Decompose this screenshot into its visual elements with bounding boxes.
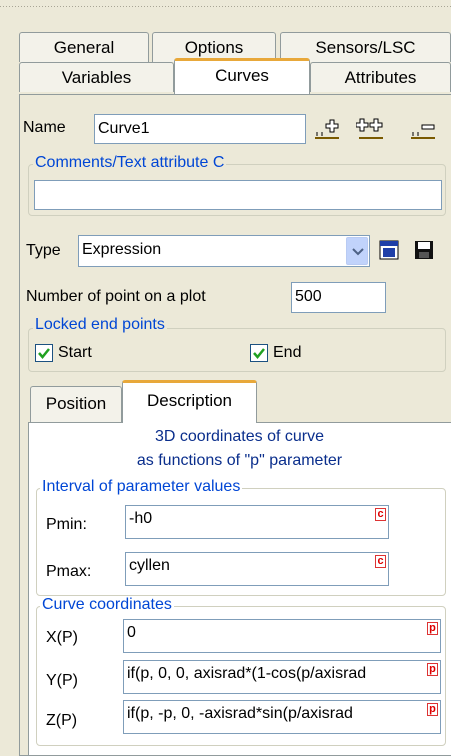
type-label: Type [26, 242, 61, 259]
y-value: if(p, 0, 0, axisrad*(1-cos(p/axisrad [127, 665, 367, 682]
locked-legend: Locked end points [33, 316, 167, 334]
x-label: X(P) [46, 629, 78, 646]
name-input[interactable]: Curve1 [94, 114, 306, 144]
y-type-tag: p [427, 663, 438, 676]
points-input[interactable]: 500 [291, 282, 386, 313]
end-checkbox[interactable] [250, 344, 268, 362]
remove-curve-icon[interactable] [408, 116, 438, 144]
pmax-value: cyllen [129, 557, 170, 574]
pmax-type-tag: c [375, 555, 386, 568]
toolbar-grip [0, 0, 451, 18]
add-multiple-curves-icon[interactable] [355, 116, 386, 144]
start-checkbox[interactable] [35, 344, 53, 362]
pmin-value: -h0 [129, 510, 153, 527]
description-heading-line1: 3D coordinates of curve [155, 428, 324, 445]
tab-general[interactable]: General [19, 32, 149, 62]
pmin-type-tag: c [375, 508, 386, 521]
pmax-label: Pmax: [46, 563, 92, 580]
pmax-input[interactable]: cyllen c [125, 552, 389, 586]
points-label: Number of point on a plot [26, 288, 206, 305]
save-icon[interactable] [412, 238, 436, 262]
z-label: Z(P) [46, 712, 78, 729]
coords-legend: Curve coordinates [40, 596, 174, 614]
pmin-input[interactable]: -h0 c [125, 505, 389, 539]
tab-variables[interactable]: Variables [19, 62, 174, 92]
description-heading-line2: as functions of "p" parameter [136, 452, 343, 469]
x-input[interactable]: 0 p [123, 619, 441, 653]
tab-position[interactable]: Position [30, 386, 122, 422]
start-label: Start [58, 344, 92, 361]
pmin-label: Pmin: [46, 516, 87, 533]
end-label: End [273, 344, 302, 361]
window-icon[interactable] [377, 238, 401, 262]
interval-legend: Interval of parameter values [40, 478, 243, 496]
add-curve-icon[interactable] [312, 116, 342, 144]
dropdown-arrow-icon[interactable] [346, 237, 368, 265]
comments-legend: Comments/Text attribute C [33, 154, 227, 172]
z-type-tag: p [427, 703, 438, 716]
y-input[interactable]: if(p, 0, 0, axisrad*(1-cos(p/axisrad p [123, 660, 441, 694]
z-value: if(p, -p, 0, -axisrad*sin(p/axisrad [127, 705, 353, 722]
name-label: Name [23, 119, 66, 136]
y-label: Y(P) [46, 672, 78, 689]
z-input[interactable]: if(p, -p, 0, -axisrad*sin(p/axisrad p [123, 700, 441, 734]
type-select[interactable]: Expression [78, 235, 370, 267]
x-type-tag: p [427, 622, 438, 635]
tab-curves[interactable]: Curves [174, 58, 310, 94]
comments-input[interactable] [34, 180, 442, 210]
type-select-value: Expression [82, 241, 162, 258]
tab-attributes[interactable]: Attributes [310, 62, 451, 92]
x-value: 0 [127, 624, 136, 641]
tab-description[interactable]: Description [122, 380, 257, 423]
